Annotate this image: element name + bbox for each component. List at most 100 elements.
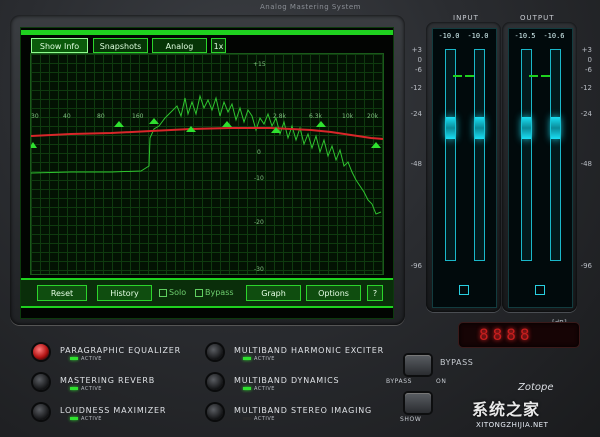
output-right-level xyxy=(551,117,560,139)
db-label: -30 xyxy=(254,266,264,273)
link-icon[interactable] xyxy=(535,285,545,295)
db-label: -10 xyxy=(254,175,264,182)
harmonic-exciter-status: ACTIVE xyxy=(254,356,275,362)
db-label: -20 xyxy=(254,219,264,226)
output-left-level xyxy=(522,117,531,139)
loudness-maximizer-label: LOUDNESS MAXIMIZER xyxy=(60,406,167,415)
analog-button[interactable]: Analog xyxy=(152,38,207,53)
harmonic-exciter-label: MULTIBAND HARMONIC EXCITER xyxy=(234,346,384,355)
input-meter-screen: -10.0 -10.0 xyxy=(432,28,497,308)
show-info-button[interactable]: Show Info xyxy=(31,38,88,53)
scale-label: +3 xyxy=(581,46,592,54)
app-window: Analog Mastering System Show Info Snapsh… xyxy=(0,0,600,437)
eq-node-marker xyxy=(222,121,232,127)
stereo-imaging-led xyxy=(243,417,251,420)
scale-label: -6 xyxy=(585,66,592,74)
solo-checkbox[interactable]: Solo xyxy=(159,288,186,298)
scale-label: -24 xyxy=(580,110,592,118)
bottom-control-bar: Reset History Solo Bypass Graph Options … xyxy=(21,278,393,308)
input-peak-hold xyxy=(465,75,474,77)
led-display: 8888 xyxy=(458,322,580,348)
multiband-dynamics-status: ACTIVE xyxy=(254,386,275,392)
input-left-level xyxy=(446,117,455,139)
bypass-sub-left: BYPASS xyxy=(386,378,413,385)
mastering-reverb-toggle[interactable] xyxy=(33,374,49,390)
scale-label: -96 xyxy=(410,262,422,270)
output-right-bar xyxy=(550,49,561,261)
eq-screen: Show Info Snapshots Analog 1x 30 40 80 1… xyxy=(20,27,394,319)
freq-label: 160 xyxy=(132,113,144,120)
multiband-dynamics-led xyxy=(243,387,251,390)
freq-label: 20k xyxy=(367,113,379,120)
graph-button[interactable]: Graph xyxy=(246,285,301,301)
snapshots-button[interactable]: Snapshots xyxy=(93,38,148,53)
stereo-imaging-toggle[interactable] xyxy=(207,404,223,420)
options-button[interactable]: Options xyxy=(306,285,361,301)
output-meter-screen: -10.5 -10.6 xyxy=(508,28,573,308)
input-peak-right: -10.0 xyxy=(467,32,489,40)
watermark-text: 系统之家 xyxy=(472,400,541,419)
output-peak-hold xyxy=(529,75,538,77)
scale-label: -48 xyxy=(410,160,422,168)
eq-node-marker xyxy=(31,142,37,148)
eq-graph[interactable]: 30 40 80 160 2.8k 6.3k 10k 20k +15 0 -10… xyxy=(30,53,384,275)
harmonic-exciter-toggle[interactable] xyxy=(207,344,223,360)
multiband-dynamics-toggle[interactable] xyxy=(207,374,223,390)
freq-label: 10k xyxy=(342,113,354,120)
paragraphic-eq-label: PARAGRAPHIC EQUALIZER xyxy=(60,346,181,355)
harmonic-exciter-led xyxy=(243,357,251,360)
output-peak-left: -10.5 xyxy=(514,32,536,40)
spectrum-trace xyxy=(31,94,382,215)
history-button[interactable]: History xyxy=(97,285,152,301)
loudness-maximizer-status: ACTIVE xyxy=(81,416,102,422)
input-meter-title: INPUT xyxy=(453,14,479,22)
bypass-button[interactable] xyxy=(405,355,431,375)
brand-logo: Zotope xyxy=(518,382,554,393)
input-peak-hold xyxy=(453,75,462,77)
scale-label: -6 xyxy=(415,66,422,74)
input-left-bar xyxy=(445,49,456,261)
app-title: Analog Mastering System xyxy=(260,3,361,11)
output-peak-right: -10.6 xyxy=(543,32,565,40)
paragraphic-eq-toggle[interactable] xyxy=(33,344,49,360)
scale-label: -48 xyxy=(580,160,592,168)
watermark-url: XITONGZHIJIA.NET xyxy=(476,421,549,429)
solo-label: Solo xyxy=(169,288,187,297)
db-label: +15 xyxy=(253,61,266,68)
show-label: SHOW xyxy=(400,416,422,423)
mastering-reverb-status: ACTIVE xyxy=(81,386,102,392)
db-label: 0 xyxy=(257,149,261,156)
scale-label: +3 xyxy=(411,46,422,54)
scale-label: 0 xyxy=(587,56,592,64)
link-icon[interactable] xyxy=(459,285,469,295)
loudness-maximizer-toggle[interactable] xyxy=(33,404,49,420)
eq-node-marker xyxy=(316,121,326,127)
paragraphic-eq-status: ACTIVE xyxy=(81,356,102,362)
eq-node-marker xyxy=(371,142,381,148)
db-axis-labels: +15 0 -10 -20 -30 xyxy=(253,61,266,273)
scale-label: 0 xyxy=(417,56,422,64)
mastering-reverb-label: MASTERING REVERB xyxy=(60,376,156,385)
zoom-button[interactable]: 1x xyxy=(211,38,226,53)
led-digits: 8888 xyxy=(479,325,534,344)
show-button[interactable] xyxy=(405,393,431,413)
freq-label: 80 xyxy=(97,113,105,120)
bypass-title: BYPASS xyxy=(440,358,474,367)
input-right-level xyxy=(475,117,484,139)
checkbox-box xyxy=(195,288,203,297)
bypass-checkbox[interactable]: Bypass xyxy=(195,288,234,298)
scale-label: -24 xyxy=(410,110,422,118)
freq-label: 30 xyxy=(31,113,39,120)
eq-node-marker xyxy=(149,118,159,124)
reset-button[interactable]: Reset xyxy=(37,285,87,301)
mastering-reverb-led xyxy=(70,387,78,390)
screen-top-bar xyxy=(21,30,393,35)
paragraphic-eq-led xyxy=(70,357,78,360)
eq-node-marker xyxy=(114,121,124,127)
stereo-imaging-label: MULTIBAND STEREO IMAGING xyxy=(234,406,373,415)
stereo-imaging-status: ACTIVE xyxy=(254,416,275,422)
freq-axis-labels: 30 40 80 160 2.8k 6.3k 10k 20k xyxy=(31,113,379,120)
eq-curve xyxy=(31,127,383,140)
help-button[interactable]: ? xyxy=(367,285,383,301)
scale-label: -12 xyxy=(410,84,422,92)
